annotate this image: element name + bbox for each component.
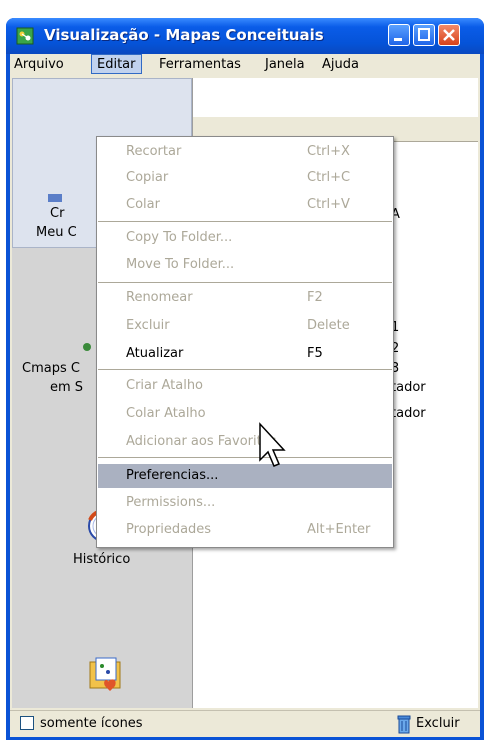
menu-item-permissions[interactable]: Permissions... (98, 491, 392, 515)
window-title: Visualização - Mapas Conceituais (44, 26, 324, 44)
menu-ferramentas[interactable]: Ferramentas (159, 57, 241, 72)
delete-button[interactable]: Excluir (416, 716, 460, 731)
menu-arquivo[interactable]: Arquivo (14, 57, 64, 72)
menu-item-colar-atalho[interactable]: Colar Atalho (98, 402, 392, 426)
historico-label[interactable]: Histórico (73, 552, 130, 567)
title-bar[interactable]: Visualização - Mapas Conceituais (6, 18, 484, 54)
menu-separator (98, 369, 392, 370)
cmaps-label-fragment[interactable]: Cmaps C (22, 361, 80, 376)
cmap-label-fragment[interactable]: Meu C (36, 225, 77, 240)
cmaps-label-fragment[interactable]: em S (50, 380, 83, 395)
cmap-icon[interactable] (48, 194, 62, 202)
status-bar: somente ícones Excluir (10, 710, 480, 737)
menu-separator (98, 221, 392, 222)
mouse-pointer-icon (259, 422, 286, 467)
list-item-fragment: tador (391, 406, 426, 421)
menu-bar: Arquivo Editar Ferramentas Janela Ajuda (10, 54, 480, 76)
menu-item-move-to-folder[interactable]: Move To Folder... (98, 253, 392, 277)
menu-editar[interactable]: Editar (91, 54, 142, 74)
icons-only-checkbox[interactable] (20, 716, 34, 730)
close-icon (443, 29, 455, 41)
menu-item-criar-atalho[interactable]: Criar Atalho (98, 374, 392, 398)
icons-only-label[interactable]: somente ícones (40, 716, 143, 731)
menu-item-propriedades[interactable]: Propriedades Alt+Enter (98, 518, 392, 542)
favorites-folder-icon[interactable] (88, 656, 122, 694)
menu-item-excluir[interactable]: Excluir Delete (98, 314, 392, 338)
menu-item-preferencias[interactable]: Preferencias... (98, 464, 392, 488)
app-icon (16, 27, 34, 45)
menu-item-copy-to-folder[interactable]: Copy To Folder... (98, 226, 392, 250)
menu-item-atualizar[interactable]: Atualizar F5 (98, 342, 392, 366)
minimize-icon (394, 38, 402, 41)
application-window: Visualização - Mapas Conceituais Arquivo… (6, 18, 484, 740)
cmap-icon[interactable] (83, 342, 91, 352)
menu-item-adicionar-favoritos[interactable]: Adicionar aos Favoritos (98, 430, 392, 454)
minimize-button[interactable] (388, 24, 410, 46)
menu-item-copiar[interactable]: Copiar Ctrl+C (98, 166, 392, 190)
client-area: Arquivo Editar Ferramentas Janela Ajuda … (10, 54, 480, 737)
menu-ajuda[interactable]: Ajuda (322, 57, 359, 72)
close-button[interactable] (438, 24, 460, 46)
menu-separator (98, 282, 392, 283)
menu-item-colar[interactable]: Colar Ctrl+V (98, 193, 392, 217)
cmap-label-fragment[interactable]: Cr (50, 206, 64, 221)
maximize-button[interactable] (413, 24, 435, 46)
maximize-icon (418, 28, 430, 41)
list-item-fragment: tador (391, 380, 426, 395)
menu-separator (98, 457, 392, 458)
trash-icon[interactable] (396, 714, 412, 734)
menu-item-recortar[interactable]: Recortar Ctrl+X (98, 140, 392, 164)
menu-janela[interactable]: Janela (265, 57, 305, 72)
edit-menu-dropdown: Recortar Ctrl+X Copiar Ctrl+C Colar Ctrl+V … (96, 136, 394, 548)
menu-item-renomear[interactable]: Renomear F2 (98, 286, 392, 310)
